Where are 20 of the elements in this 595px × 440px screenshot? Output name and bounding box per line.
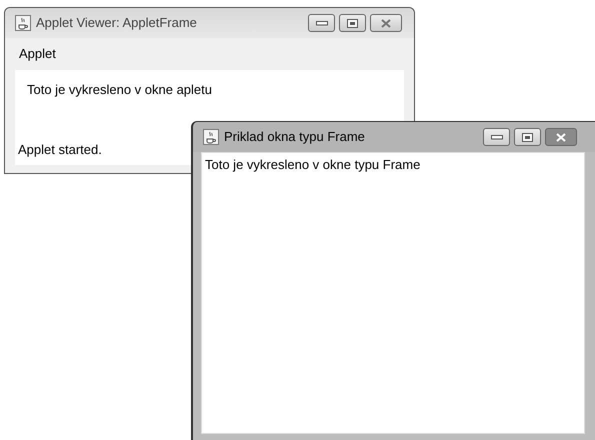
content-text: Toto je vykresleno v okne apletu	[27, 81, 213, 99]
minimize-icon	[316, 20, 328, 26]
status-text: Applet started.	[18, 140, 103, 159]
close-icon	[380, 18, 392, 28]
maximize-button[interactable]	[514, 128, 541, 146]
cup-icon	[203, 129, 219, 145]
maximize-icon	[347, 18, 358, 28]
close-button[interactable]	[370, 14, 402, 32]
close-icon	[555, 132, 567, 142]
window-title: Priklad okna typu Frame	[224, 128, 365, 146]
minimize-button[interactable]	[308, 14, 335, 32]
maximize-icon	[522, 132, 533, 142]
cup-icon	[15, 15, 31, 31]
maximize-button[interactable]	[339, 14, 366, 32]
close-button[interactable]	[545, 128, 577, 146]
content-text: Toto je vykresleno v okne typu Frame	[205, 156, 422, 174]
minimize-icon	[490, 134, 502, 140]
menu-item[interactable]: Applet	[19, 44, 56, 64]
window-title: Applet Viewer: AppletFrame	[36, 14, 197, 32]
minimize-button[interactable]	[483, 128, 510, 146]
